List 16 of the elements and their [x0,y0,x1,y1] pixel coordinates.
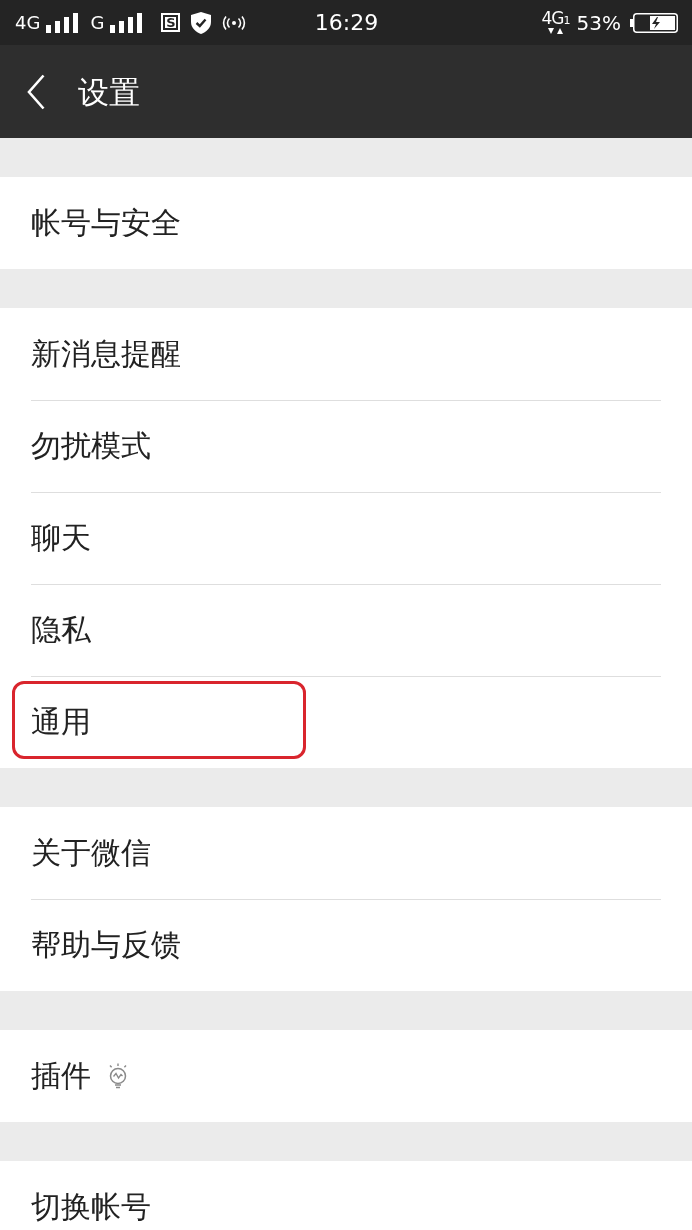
hotspot-icon [222,15,247,30]
page-title: 设置 [78,73,140,110]
back-chevron-icon [27,73,45,110]
lightbulb-icon [107,1063,129,1089]
app-notification-icon: S [161,13,181,32]
data-network-label: 4G [541,10,564,27]
network-type-label: 4G [15,12,41,33]
network-type-label: G [90,12,105,33]
shield-check-icon [191,11,212,34]
sim-slot-label: 1 [563,15,571,27]
data-activity-icon [547,28,566,35]
clock-time: 16:29 [314,10,379,35]
signal-bars-icon [110,12,145,33]
back-button[interactable] [27,73,47,110]
signal-bars-icon [46,12,81,33]
battery-percent: 53% [576,11,621,34]
